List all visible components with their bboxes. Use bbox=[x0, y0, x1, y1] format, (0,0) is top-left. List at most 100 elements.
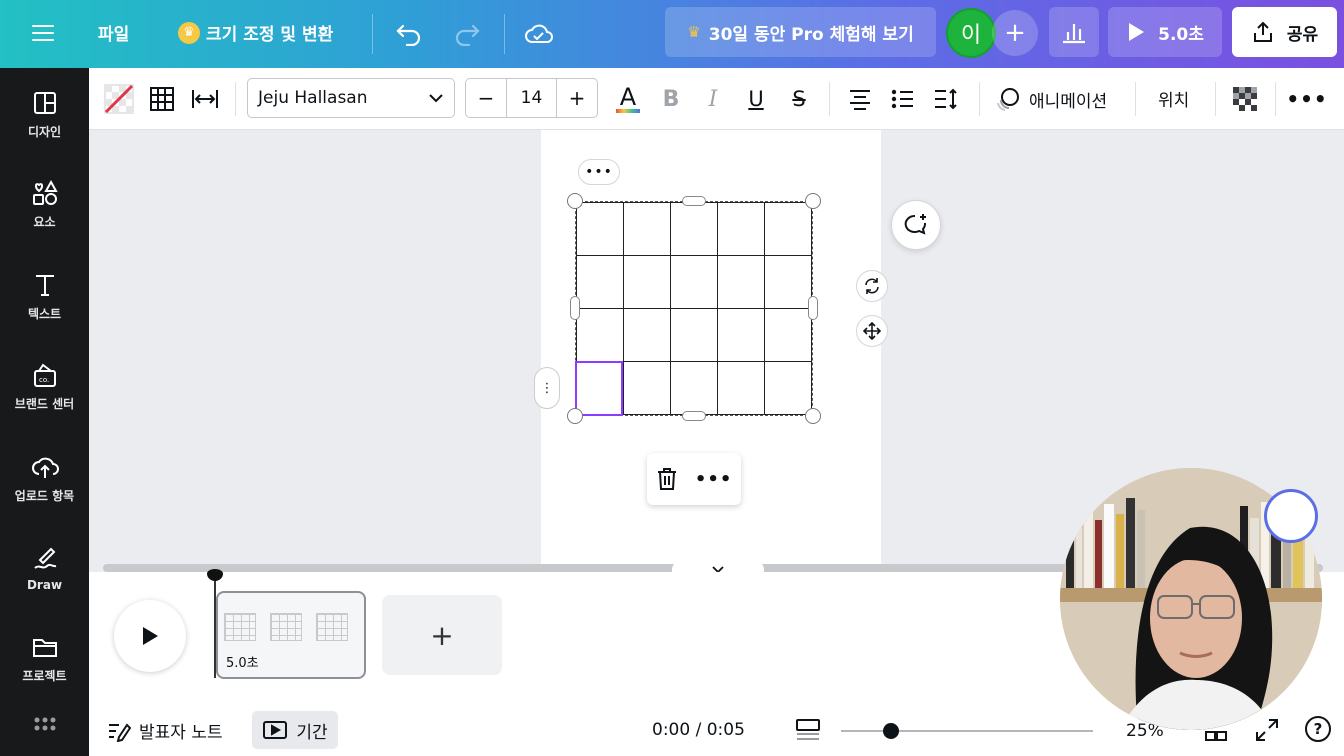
resize-handle-bottom[interactable] bbox=[682, 411, 706, 421]
resize-handle-bottom-left[interactable] bbox=[567, 408, 583, 424]
line-spacing-icon[interactable] bbox=[928, 81, 964, 117]
cloud-saved-icon[interactable] bbox=[522, 17, 556, 51]
resize-handle-right[interactable] bbox=[808, 296, 818, 320]
table-cell[interactable] bbox=[623, 255, 671, 309]
sidebar-item-label: 요소 bbox=[33, 214, 56, 229]
table-cell[interactable] bbox=[576, 202, 624, 256]
move-icon[interactable] bbox=[856, 315, 888, 347]
table-cell[interactable] bbox=[576, 308, 624, 362]
table-cell[interactable] bbox=[670, 202, 718, 256]
context-menu: ••• bbox=[647, 453, 741, 505]
table-cell[interactable] bbox=[623, 361, 671, 415]
rotate-icon[interactable] bbox=[856, 270, 888, 302]
strikethrough-button[interactable]: S bbox=[781, 81, 817, 117]
sidebar-item-elements[interactable]: 요소 bbox=[0, 164, 89, 244]
delete-icon[interactable] bbox=[656, 467, 678, 491]
transparency-icon[interactable] bbox=[1227, 81, 1263, 117]
help-icon[interactable]: ? bbox=[1305, 716, 1331, 742]
notes-icon bbox=[109, 722, 131, 742]
fullscreen-icon[interactable] bbox=[1255, 718, 1279, 746]
bullet-list-icon[interactable] bbox=[885, 81, 921, 117]
pro-trial-button[interactable]: ♛ 30일 동안 Pro 체험해 보기 bbox=[665, 7, 936, 57]
duration-label: 기간 bbox=[296, 722, 328, 743]
avatar[interactable]: 이 bbox=[946, 8, 996, 58]
present-button[interactable]: 5.0초 bbox=[1108, 7, 1222, 57]
sidebar-item-apps[interactable] bbox=[0, 708, 89, 748]
table-cell[interactable] bbox=[717, 202, 765, 256]
table-cell[interactable] bbox=[764, 255, 812, 309]
font-family-dropdown[interactable]: Jeju Hallasan bbox=[247, 78, 455, 118]
font-size-decrease-button[interactable]: − bbox=[466, 79, 506, 117]
table-cell[interactable] bbox=[670, 308, 718, 362]
resize-handle-top[interactable] bbox=[682, 196, 706, 206]
table-cell[interactable] bbox=[717, 361, 765, 415]
table-grid-icon[interactable] bbox=[144, 81, 180, 117]
table-cell[interactable] bbox=[576, 255, 624, 309]
table-cell[interactable] bbox=[623, 202, 671, 256]
font-size-input[interactable]: 14 bbox=[506, 79, 557, 117]
grid-view-icon[interactable] bbox=[795, 718, 821, 746]
playhead-handle[interactable] bbox=[207, 569, 223, 581]
resize-handle-top-right[interactable] bbox=[805, 193, 821, 209]
assistant-button[interactable] bbox=[1264, 489, 1318, 543]
table-row bbox=[576, 308, 812, 362]
sidebar-item-brand[interactable]: co. 브랜드 센터 bbox=[0, 346, 89, 426]
sidebar-item-projects[interactable]: 프로젝트 bbox=[0, 618, 89, 698]
sidebar-item-design[interactable]: 디자인 bbox=[0, 74, 89, 154]
underline-button[interactable]: U bbox=[738, 81, 774, 117]
menu-icon[interactable] bbox=[28, 20, 58, 46]
table-cell[interactable] bbox=[717, 255, 765, 309]
duration-button[interactable]: 기간 bbox=[252, 711, 338, 749]
divider bbox=[372, 14, 373, 54]
resize-handle-left[interactable] bbox=[570, 296, 580, 320]
add-comment-icon[interactable] bbox=[891, 200, 941, 250]
more-options-icon[interactable]: ••• bbox=[695, 469, 733, 490]
insights-icon[interactable] bbox=[1049, 7, 1099, 57]
clip-thumbnail bbox=[224, 613, 348, 641]
table-cell[interactable] bbox=[764, 202, 812, 256]
table-cell[interactable] bbox=[670, 361, 718, 415]
table-cell[interactable] bbox=[670, 255, 718, 309]
table-cell[interactable] bbox=[764, 361, 812, 415]
font-size-increase-button[interactable]: + bbox=[557, 79, 597, 117]
undo-icon[interactable] bbox=[392, 17, 426, 51]
position-button[interactable]: 위치 bbox=[1158, 86, 1189, 111]
resize-handle-bottom-right[interactable] bbox=[805, 408, 821, 424]
align-center-icon[interactable] bbox=[842, 81, 878, 117]
file-menu-button[interactable]: 파일 bbox=[98, 20, 129, 45]
page-clip[interactable]: 5.0초 bbox=[216, 591, 366, 679]
table-cell[interactable] bbox=[623, 308, 671, 362]
resize-handle-top-left[interactable] bbox=[567, 193, 583, 209]
add-collaborator-button[interactable]: + bbox=[992, 10, 1038, 56]
more-options-icon[interactable]: ••• bbox=[1286, 81, 1326, 117]
sidebar-item-text[interactable]: 텍스트 bbox=[0, 256, 89, 336]
italic-button[interactable]: I bbox=[695, 81, 731, 117]
sidebar-item-uploads[interactable]: 업로드 항목 bbox=[0, 438, 89, 518]
table-cell[interactable] bbox=[764, 308, 812, 362]
table-cell[interactable] bbox=[717, 308, 765, 362]
divider bbox=[1215, 82, 1216, 116]
element-more-options-button[interactable]: ••• bbox=[578, 159, 620, 185]
zoom-slider-track[interactable] bbox=[841, 730, 1093, 732]
add-page-button[interactable]: + bbox=[382, 595, 502, 675]
trial-label: 30일 동안 Pro 체험해 보기 bbox=[708, 24, 914, 45]
text-icon bbox=[35, 274, 54, 296]
zoom-slider-handle[interactable] bbox=[883, 723, 900, 739]
animate-button[interactable]: 애니메이션 bbox=[995, 81, 1107, 117]
bold-button[interactable]: B bbox=[653, 81, 689, 117]
share-label: 공유 bbox=[1286, 24, 1319, 45]
row-options-handle[interactable]: ⋮ bbox=[534, 367, 560, 409]
share-button[interactable]: 공유 bbox=[1232, 7, 1337, 57]
thumbnail-grid bbox=[316, 613, 348, 641]
selected-cell[interactable] bbox=[575, 361, 623, 416]
presenter-notes-button[interactable]: 발표자 노트 bbox=[107, 718, 223, 743]
resize-button[interactable]: ♛ 크기 조정 및 변환 bbox=[178, 20, 333, 45]
spacing-icon[interactable] bbox=[187, 81, 223, 117]
timeline-play-button[interactable] bbox=[114, 600, 186, 672]
fill-color-icon[interactable] bbox=[101, 81, 137, 117]
text-color-icon[interactable]: A bbox=[610, 81, 646, 117]
upload-icon bbox=[31, 457, 59, 478]
sidebar-item-draw[interactable]: Draw bbox=[0, 528, 89, 608]
divider bbox=[235, 82, 236, 116]
redo-icon[interactable] bbox=[450, 17, 484, 51]
